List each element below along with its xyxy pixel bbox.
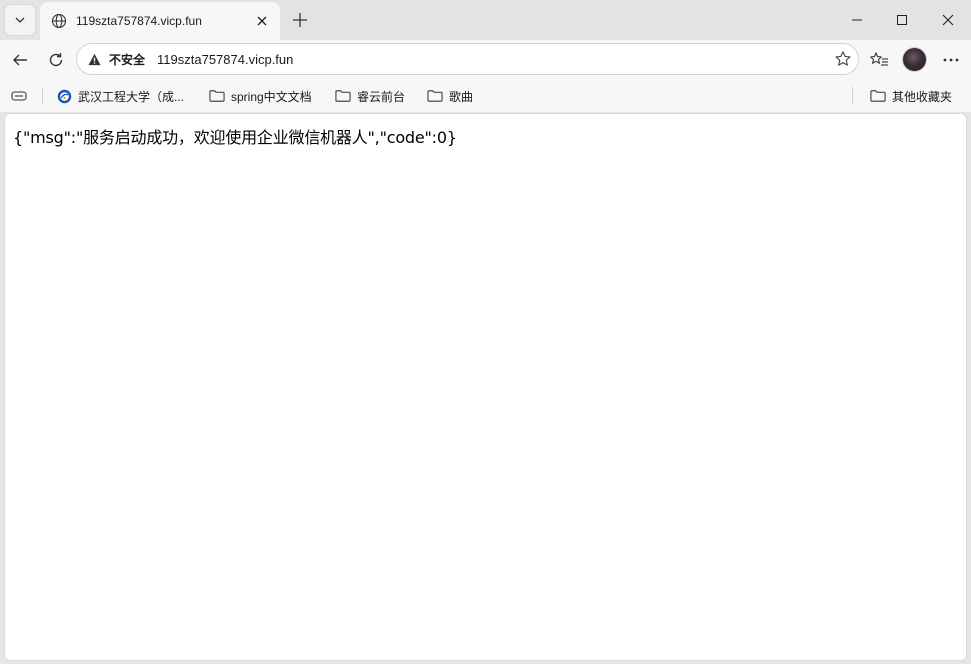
other-bookmarks-folder[interactable]: 其他收藏夹 — [870, 86, 952, 106]
page-content: {"msg":"服务启动成功，欢迎使用企业微信机器人","code":0} — [4, 113, 967, 661]
more-icon — [943, 58, 959, 62]
back-arrow-icon — [13, 54, 27, 66]
favorites-list-icon — [870, 52, 888, 66]
favorite-star-icon[interactable] — [828, 44, 858, 74]
bookmark-label: 睿云前台 — [357, 89, 406, 104]
refresh-icon — [49, 53, 63, 67]
folder-icon — [209, 88, 225, 104]
folder-icon — [870, 88, 886, 104]
address-bar[interactable]: 不安全 119szta757874.vicp.fun — [76, 43, 859, 75]
other-bookmarks-label: 其他收藏夹 — [892, 89, 953, 104]
refresh-button[interactable] — [41, 45, 71, 75]
url-text[interactable]: 119szta757874.vicp.fun — [157, 52, 828, 67]
folder-icon — [427, 88, 443, 104]
profile-avatar[interactable] — [902, 47, 927, 72]
maximize-button[interactable] — [879, 0, 925, 40]
new-tab-button[interactable] — [288, 8, 312, 32]
bookmark-folder[interactable]: 睿云前台 — [335, 86, 405, 106]
bookmarks-divider — [852, 87, 853, 104]
tab-title: 119szta757874.vicp.fun — [76, 14, 202, 28]
favorites-button[interactable] — [864, 45, 894, 75]
tab-actions-menu-button[interactable] — [11, 86, 33, 106]
json-response-text: {"msg":"服务启动成功，欢迎使用企业微信机器人","code":0} — [13, 128, 457, 147]
tab-actions-button[interactable] — [4, 4, 36, 36]
title-bar: 119szta757874.vicp.fun — [0, 0, 971, 40]
close-tab-icon[interactable] — [252, 11, 272, 31]
minimize-icon — [852, 19, 862, 21]
bookmark-folder[interactable]: spring中文文档 — [209, 86, 312, 106]
folder-icon — [335, 88, 351, 104]
bookmark-item[interactable]: 武汉工程大学（成... — [56, 86, 184, 106]
security-status-label[interactable]: 不安全 — [109, 51, 145, 68]
close-window-button[interactable] — [925, 0, 971, 40]
bookmark-label: 歌曲 — [449, 89, 474, 104]
chevron-down-icon — [15, 17, 25, 23]
back-button[interactable] — [5, 45, 35, 75]
bookmarks-divider — [42, 87, 43, 104]
active-tab[interactable]: 119szta757874.vicp.fun — [40, 2, 280, 40]
bookmark-label: 武汉工程大学（成... — [78, 89, 185, 104]
bookmarks-bar: 武汉工程大学（成... spring中文文档 睿云前台 歌曲 其他收藏夹 — [0, 79, 971, 112]
maximize-icon — [897, 15, 907, 25]
navigation-toolbar: 不安全 119szta757874.vicp.fun — [0, 40, 971, 79]
more-options-button[interactable] — [936, 45, 966, 75]
bookmark-label: spring中文文档 — [231, 89, 312, 104]
globe-icon — [50, 12, 68, 30]
warning-icon[interactable] — [87, 52, 101, 66]
minimize-button[interactable] — [834, 0, 880, 40]
close-icon — [942, 14, 954, 26]
tab-actions-icon — [11, 88, 27, 104]
site-logo-icon — [56, 88, 72, 104]
plus-icon — [293, 13, 307, 27]
bookmark-folder[interactable]: 歌曲 — [427, 86, 473, 106]
